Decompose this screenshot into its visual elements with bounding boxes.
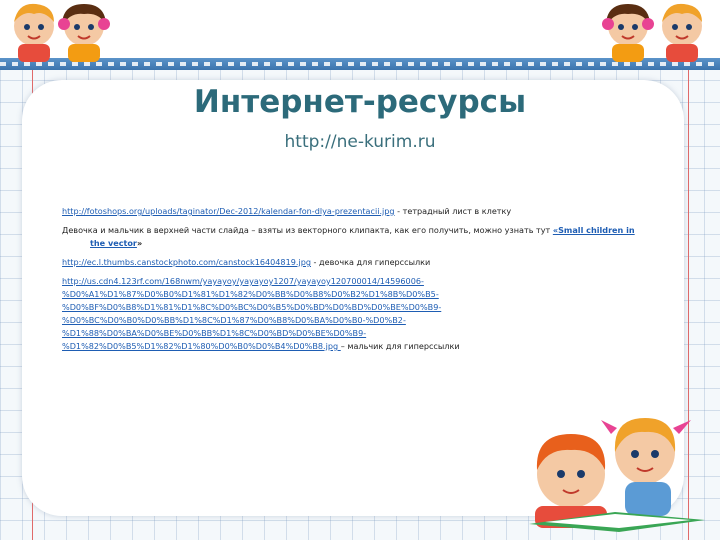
reference-note: Девочка и мальчик в верхней части слайда…	[62, 225, 553, 235]
children-top-right-icon	[602, 3, 702, 62]
reference-list: http://fotoshops.org/uploads/taginator/D…	[62, 205, 652, 359]
reference-link[interactable]: http://ec.l.thumbs.canstockphoto.com/can…	[62, 257, 311, 267]
reference-link[interactable]: http://us.cdn4.123rf.com/168nwm/yayayoy/…	[62, 276, 441, 351]
slide-subtitle: http://ne-kurim.ru	[284, 132, 436, 152]
reference-note: – мальчик для гиперссылки	[340, 341, 460, 351]
reference-note: - девочка для гиперссылки	[310, 257, 431, 267]
slide-title: Интернет-ресурсы	[193, 84, 527, 120]
reference-item: http://ec.l.thumbs.canstockphoto.com/can…	[62, 256, 652, 269]
reference-note: - тетрадный лист в клетку	[394, 206, 512, 216]
children-reading-icon[interactable]	[515, 412, 720, 532]
reference-note: »	[136, 238, 143, 248]
reference-item: Девочка и мальчик в верхней части слайда…	[62, 224, 652, 250]
children-top-left-icon	[14, 3, 110, 62]
reference-item: http://fotoshops.org/uploads/taginator/D…	[62, 205, 652, 218]
reference-link[interactable]: http://fotoshops.org/uploads/taginator/D…	[62, 206, 395, 216]
reference-item: http://us.cdn4.123rf.com/168nwm/yayayoy/…	[62, 275, 652, 353]
